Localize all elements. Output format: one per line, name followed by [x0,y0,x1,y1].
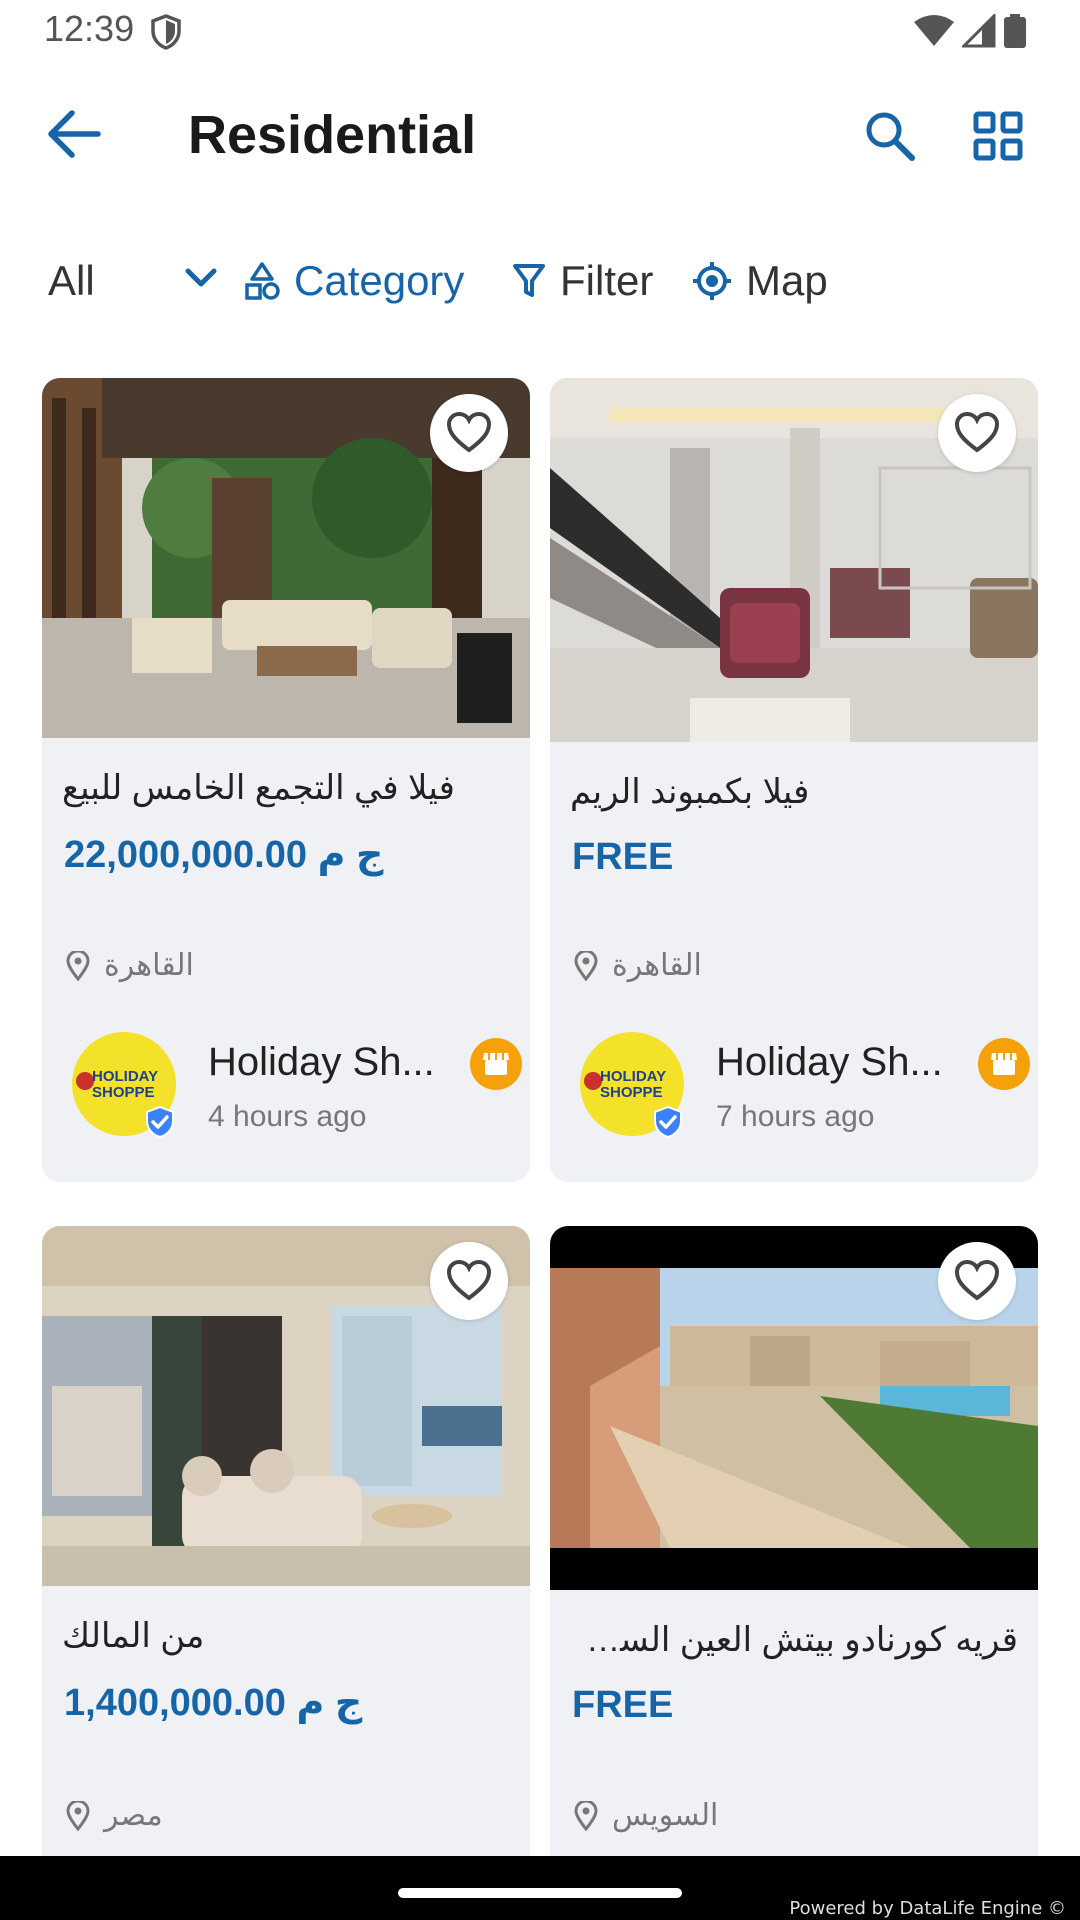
heart-icon [954,1260,1000,1301]
logo-text-1: HOLIDAY [92,1068,159,1085]
signal-icon [960,12,996,53]
page-title: Residential [188,105,477,165]
post-time: 4 hours ago [208,1100,367,1133]
heart-icon [446,1260,492,1301]
filter-bar: All Category Filter Map [0,240,1080,320]
category-button[interactable]: Category [244,254,464,308]
listing-price: 1,400,000.00 ج م [64,1682,363,1724]
search-button[interactable] [862,108,918,164]
listing-title: فيلا بكمبوند الريم [570,773,810,811]
powered-by-text: Powered by DataLife Engine © [789,1898,1066,1919]
system-nav-bar: Powered by DataLife Engine © [0,1856,1080,1920]
listing-image[interactable] [42,378,530,738]
app-bar: Residential [0,62,1080,212]
store-icon [991,1053,1017,1075]
chevron-down-icon[interactable] [184,266,218,295]
listing-card[interactable]: فيلا في التجمع الخامس للبيع 22,000,000.0… [42,378,530,1182]
filter-label: Filter [560,257,654,304]
shield-icon [150,14,182,55]
favorite-button[interactable] [430,1242,508,1320]
map-label: Map [746,257,828,304]
listing-price: FREE [572,836,674,878]
location-label: السويس [612,1799,719,1832]
location-target-icon [693,262,731,300]
all-dropdown[interactable]: All [48,254,95,308]
logo-text-1: HOLIDAY [600,1068,667,1085]
location-label: القاهرة [104,949,194,982]
listing-title: من المالك [62,1617,205,1655]
listing-image[interactable] [550,378,1038,742]
all-label: All [48,257,95,304]
listing-card[interactable]: فيلا بكمبوند الريم FREE القاهرة HOLIDAY … [550,378,1038,1182]
home-gesture-handle[interactable] [398,1888,682,1898]
listing-price: FREE [572,1684,674,1726]
listing-card[interactable]: من المالك 1,400,000.00 ج م مصر [42,1226,530,1856]
verified-badge-icon [654,1106,682,1138]
location-label: القاهرة [612,949,702,982]
battery-icon [1004,14,1026,53]
seller-info[interactable]: HOLIDAY SHOPPE Holiday Sh... 7 hours ago [580,1032,1030,1142]
logo-text-2: SHOPPE [600,1084,663,1101]
seller-info[interactable]: HOLIDAY SHOPPE Holiday Sh... 4 hours ago [72,1032,522,1142]
logo-text-2: SHOPPE [92,1084,155,1101]
funnel-icon [513,264,545,297]
heart-icon [954,412,1000,453]
listing-location: السويس [574,1798,718,1833]
favorite-button[interactable] [430,394,508,472]
location-pin-icon [574,1800,598,1831]
map-button[interactable]: Map [692,254,828,308]
category-label: Category [294,257,465,304]
back-button[interactable] [44,108,102,160]
wifi-icon [914,14,954,53]
shop-badge [470,1038,522,1090]
search-icon [866,112,915,161]
listing-title: قريه كورنادو بيتش العين السخنة [570,1621,1018,1659]
arrow-left-icon [48,110,101,158]
verified-badge-icon [146,1106,174,1138]
heart-icon [446,412,492,453]
grid-icon [973,111,1023,161]
listing-image[interactable] [550,1226,1038,1590]
location-pin-icon [574,950,598,981]
listing-location: القاهرة [66,948,194,983]
listing-image[interactable] [42,1226,530,1586]
listing-price: 22,000,000.00 ج م [64,834,384,876]
status-icons [914,12,1026,53]
favorite-button[interactable] [938,1242,1016,1320]
filter-button[interactable]: Filter [512,254,653,308]
shop-badge [978,1038,1030,1090]
seller-name: Holiday Sh... [716,1040,943,1084]
listing-location: القاهرة [574,948,702,983]
seller-name: Holiday Sh... [208,1040,435,1084]
status-time: 12:39 [44,8,135,49]
location-pin-icon [66,950,90,981]
store-icon [483,1053,509,1075]
favorite-button[interactable] [938,394,1016,472]
post-time: 7 hours ago [716,1100,875,1133]
listing-card[interactable]: قريه كورنادو بيتش العين السخنة FREE السو… [550,1226,1038,1856]
grid-view-button[interactable] [970,108,1026,164]
location-label: مصر [104,1799,163,1832]
listing-title: فيلا في التجمع الخامس للبيع [62,769,455,807]
shapes-icon [245,262,280,300]
location-pin-icon [66,1800,90,1831]
listing-location: مصر [66,1798,163,1833]
status-bar: 12:39 [0,0,1080,62]
